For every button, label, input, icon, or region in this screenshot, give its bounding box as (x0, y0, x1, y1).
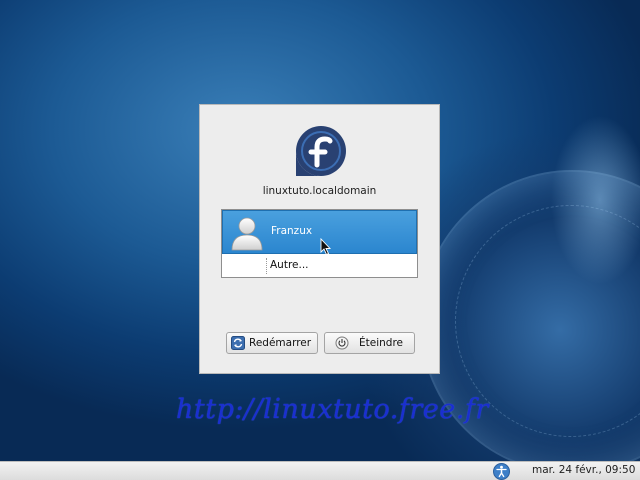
user-avatar-icon (231, 217, 263, 251)
power-icon (335, 336, 349, 350)
watermark-text: http://linuxtuto.free.fr (176, 394, 489, 425)
hostname-label: linuxtuto.localdomain (262, 185, 377, 197)
clock-label[interactable]: mar. 24 févr., 09:50 (532, 464, 635, 476)
restart-button[interactable]: Redémarrer (226, 332, 318, 354)
user-item-other[interactable]: Autre... (222, 254, 417, 277)
bottom-panel: mar. 24 févr., 09:50 (0, 461, 640, 480)
restart-icon (231, 336, 245, 350)
other-user-label: Autre... (270, 259, 309, 271)
shutdown-button[interactable]: Éteindre (324, 332, 415, 354)
mouse-pointer-icon (320, 238, 332, 256)
desktop-background: linuxtuto.localdomain Franzux Autre... R… (0, 0, 640, 480)
accessibility-icon[interactable] (493, 463, 510, 480)
user-name-label: Franzux (271, 225, 313, 237)
fedora-logo-icon (296, 126, 346, 176)
shutdown-label: Éteindre (359, 337, 403, 349)
restart-label: Redémarrer (249, 337, 312, 349)
row-separator (266, 258, 267, 274)
